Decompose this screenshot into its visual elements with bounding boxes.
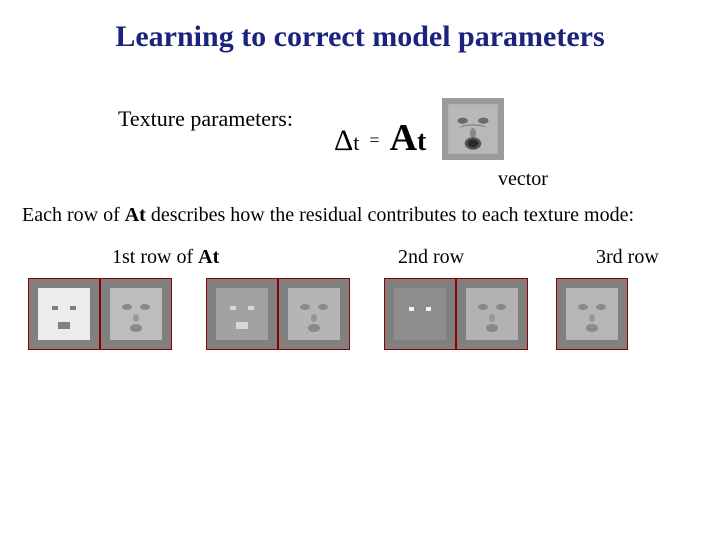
delta-symbol: Δ	[334, 124, 353, 157]
row1-At: At	[198, 246, 219, 268]
equation-A-sub-t: t	[417, 126, 426, 157]
equation: Δt = At	[334, 88, 504, 160]
face-tex-2	[278, 278, 350, 350]
face-tex-3	[456, 278, 528, 350]
equation-face-image	[442, 98, 504, 160]
face-sim-1	[28, 278, 100, 350]
desc-pre: Each row of	[22, 204, 125, 226]
row-label-2: 2nd row	[398, 246, 464, 269]
vector-label: vector	[498, 168, 548, 191]
row1-of: of	[171, 246, 198, 268]
texture-parameters-label: Texture parameters:	[118, 106, 293, 132]
face-sim-2	[206, 278, 278, 350]
row1-pre: 1st row	[112, 246, 171, 268]
face-pair-1	[28, 278, 206, 350]
face-sim-3	[384, 278, 456, 350]
equation-At: At	[390, 116, 427, 160]
description-line: Each row of At describes how the residua…	[22, 204, 634, 227]
face-tex-4	[556, 278, 628, 350]
desc-At: At	[125, 204, 146, 226]
face-pair-2	[206, 278, 384, 350]
page-title: Learning to correct model parameters	[0, 20, 720, 54]
equation-equals: =	[369, 130, 379, 151]
row-label-1: 1st row of At	[112, 246, 219, 269]
delta-sub-t: t	[353, 130, 359, 155]
desc-post: describes how the residual contributes t…	[146, 204, 634, 226]
face-tex-1	[100, 278, 172, 350]
equation-delta-t: Δt	[334, 124, 359, 158]
row-label-3: 3rd row	[596, 246, 659, 269]
face-pair-3	[384, 278, 556, 350]
equation-A: A	[390, 117, 417, 159]
faces-row	[28, 278, 628, 350]
